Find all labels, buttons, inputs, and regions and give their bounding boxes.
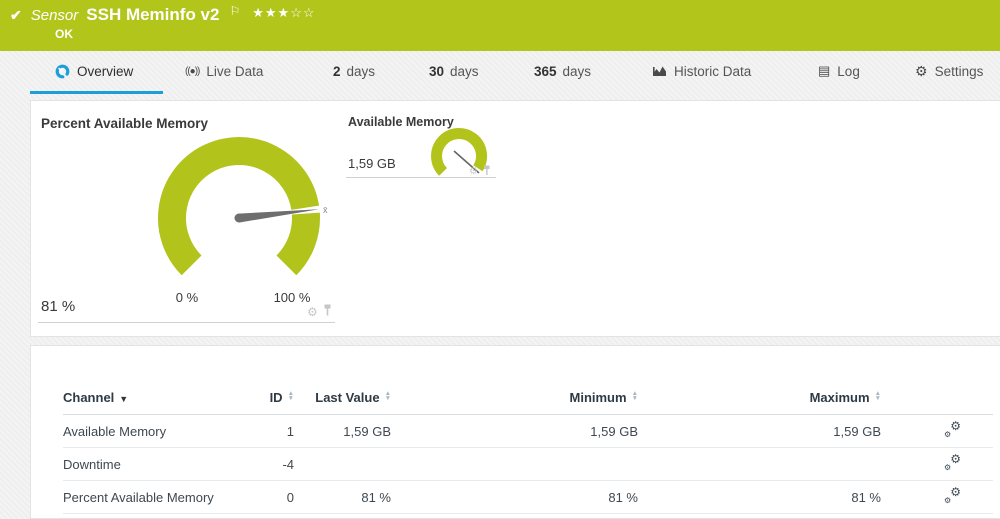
tab-historic-data[interactable]: Historic Data xyxy=(652,51,751,91)
tab-365-days-label: days xyxy=(563,64,592,79)
tab-settings-label: Settings xyxy=(935,64,984,79)
table-header-row: Channel▼ ID▲▼ Last Value▲▼ Minimum▲▼ Max… xyxy=(63,390,993,415)
gauges-panel: Percent Available Memory x̄ 0 % 100 % 81… xyxy=(30,100,1000,337)
channel-maximum-cell: 1,59 GB xyxy=(638,415,881,448)
table-row: Percent Available Memory 0 81 % 81 % 81 … xyxy=(63,481,993,514)
edit-channel-gears-icon[interactable]: ⚙⚙ xyxy=(944,422,961,437)
sort-desc-icon: ▼ xyxy=(119,394,128,404)
edit-channel-gears-icon[interactable]: ⚙⚙ xyxy=(944,455,961,470)
tab-log[interactable]: ▤ Log xyxy=(818,51,860,91)
tab-log-label: Log xyxy=(837,64,860,79)
gauge-pin-icon[interactable] xyxy=(323,303,332,321)
percent-gauge-value: 81 % xyxy=(41,298,75,315)
channel-name-cell[interactable]: Downtime xyxy=(63,448,263,481)
channel-name-cell[interactable]: Percent Available Memory xyxy=(63,481,263,514)
priority-stars[interactable]: ★★★☆☆ xyxy=(252,5,315,21)
column-header-minimum[interactable]: Minimum▲▼ xyxy=(391,390,638,415)
channel-minimum-cell xyxy=(391,448,638,481)
status-check-icon: ✔ xyxy=(10,7,22,24)
column-header-actions xyxy=(881,390,993,415)
table-row: Available Memory 1 1,59 GB 1,59 GB 1,59 … xyxy=(63,415,993,448)
tab-30-days[interactable]: 30 days xyxy=(429,51,479,91)
channel-id-cell: 1 xyxy=(263,415,294,448)
tab-2-days-number: 2 xyxy=(333,64,341,79)
sort-icon: ▲▼ xyxy=(875,391,881,401)
tab-365-days-number: 365 xyxy=(534,64,557,79)
priority-flag-icon[interactable]: ⚐ xyxy=(229,4,240,18)
tab-live-data-label: Live Data xyxy=(206,64,263,79)
table-row: Downtime -4 ⚙⚙ xyxy=(63,448,993,481)
channels-panel: Channel▼ ID▲▼ Last Value▲▼ Minimum▲▼ Max… xyxy=(30,345,1000,519)
channel-id-cell: -4 xyxy=(263,448,294,481)
sensor-name: SSH Meminfo v2 xyxy=(86,5,219,25)
tab-365-days[interactable]: 365 days xyxy=(534,51,591,91)
sort-icon: ▲▼ xyxy=(288,391,294,401)
average-marker: x̄ xyxy=(323,205,328,215)
tab-overview[interactable]: Overview xyxy=(55,51,133,91)
absolute-gauge-value: 1,59 GB xyxy=(348,156,396,171)
gear-icon: ⚙ xyxy=(915,63,928,80)
tab-historic-data-label: Historic Data xyxy=(674,64,751,79)
channel-maximum-cell: 81 % xyxy=(638,481,881,514)
tab-live-data[interactable]: ((●)) Live Data xyxy=(185,51,263,91)
active-tab-underline xyxy=(30,91,163,94)
tab-settings[interactable]: ⚙ Settings xyxy=(915,51,983,91)
object-kind-label: Sensor xyxy=(31,7,79,24)
gauge-max-label: 100 % xyxy=(274,290,311,305)
gauge-icon xyxy=(55,64,70,79)
column-header-maximum[interactable]: Maximum▲▼ xyxy=(638,390,881,415)
channel-maximum-cell xyxy=(638,448,881,481)
channel-name-cell[interactable]: Available Memory xyxy=(63,415,263,448)
tab-30-days-label: days xyxy=(450,64,479,79)
broadcast-icon: ((●)) xyxy=(185,66,199,77)
gauge-gear-icon[interactable]: ⚙ xyxy=(307,305,318,319)
sort-icon: ▲▼ xyxy=(632,391,638,401)
channel-minimum-cell: 81 % xyxy=(391,481,638,514)
sensor-title-row: ✔ Sensor SSH Meminfo v2 ⚐ ★★★☆☆ xyxy=(10,5,316,25)
channel-last-value-cell: 1,59 GB xyxy=(294,415,391,448)
channels-table: Channel▼ ID▲▼ Last Value▲▼ Minimum▲▼ Max… xyxy=(63,390,993,514)
channel-minimum-cell: 1,59 GB xyxy=(391,415,638,448)
log-icon: ▤ xyxy=(818,63,830,79)
gauge-min-label: 0 % xyxy=(176,290,199,305)
edit-channel-gears-icon[interactable]: ⚙⚙ xyxy=(944,488,961,503)
percent-gauge-divider xyxy=(38,322,335,323)
channel-last-value-cell: 81 % xyxy=(294,481,391,514)
column-header-last-value[interactable]: Last Value▲▼ xyxy=(294,390,391,415)
tab-2-days[interactable]: 2 days xyxy=(333,51,375,91)
channel-id-cell: 0 xyxy=(263,481,294,514)
absolute-gauge-divider xyxy=(346,177,496,178)
channel-last-value-cell xyxy=(294,448,391,481)
tab-overview-label: Overview xyxy=(77,64,133,79)
gauge-gear-icon[interactable]: ⚙ xyxy=(469,166,478,177)
tab-bar: Overview ((●)) Live Data 2 days 30 days … xyxy=(0,51,1000,95)
tab-30-days-number: 30 xyxy=(429,64,444,79)
sensor-status-header: ✔ Sensor SSH Meminfo v2 ⚐ ★★★☆☆ OK xyxy=(0,0,1000,51)
column-header-id[interactable]: ID▲▼ xyxy=(263,390,294,415)
status-badge: OK xyxy=(55,27,73,41)
sort-icon: ▲▼ xyxy=(385,391,391,401)
column-header-channel[interactable]: Channel▼ xyxy=(63,390,263,415)
area-chart-icon xyxy=(652,65,667,77)
tab-2-days-label: days xyxy=(347,64,376,79)
percent-gauge-chart: x̄ 0 % 100 % xyxy=(139,113,339,308)
